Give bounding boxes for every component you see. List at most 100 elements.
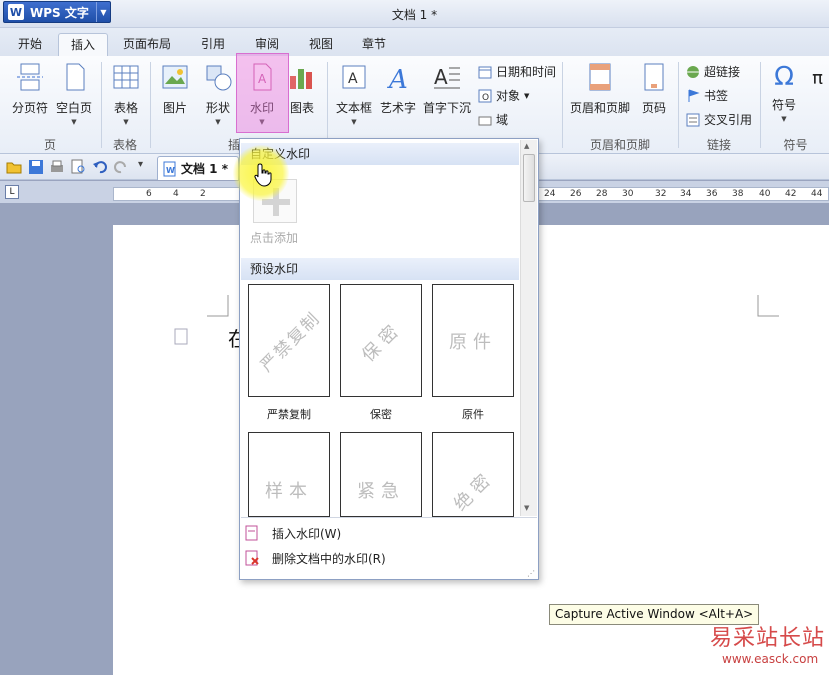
- ribbon-tabs: 开始 插入 页面布局 引用 审阅 视图 章节: [0, 28, 829, 56]
- hyperlink-icon: [687, 65, 699, 78]
- bookmark-button[interactable]: 书签: [686, 87, 728, 104]
- site-url: www.easck.com: [722, 652, 819, 666]
- scroll-down-icon[interactable]: ▼: [524, 504, 529, 512]
- svg-text:A: A: [434, 65, 448, 89]
- chevron-down-icon: ▼: [71, 118, 77, 126]
- preset-caption: 保密: [370, 408, 392, 421]
- tab-chapter[interactable]: 章节: [353, 33, 395, 56]
- add-watermark-label: 点击添加: [250, 231, 299, 245]
- tab-stop-selector[interactable]: L: [5, 185, 19, 199]
- datetime-button[interactable]: 日期和时间: [478, 63, 556, 80]
- textbox-icon: A: [342, 65, 366, 89]
- tab-view[interactable]: 视图: [300, 33, 342, 56]
- preset-watermark-card[interactable]: 绝密: [432, 432, 514, 517]
- wordart-icon: A: [387, 65, 408, 95]
- print-icon[interactable]: [49, 159, 65, 175]
- save-icon[interactable]: [28, 159, 44, 175]
- group-label-symbol: 符号: [783, 138, 808, 152]
- omega-icon: Ω: [774, 62, 794, 92]
- paragraph-icon: [174, 328, 188, 345]
- group-label-header-footer: 页眉和页脚: [589, 138, 650, 152]
- print-preview-icon[interactable]: [70, 159, 86, 175]
- document-tab[interactable]: W 文档 1 *: [157, 156, 239, 180]
- undo-icon[interactable]: [92, 159, 108, 175]
- delete-watermark-icon: [245, 550, 259, 566]
- preset-watermark-card[interactable]: 紧急: [340, 432, 422, 517]
- preset-watermark-card[interactable]: 保密: [340, 284, 422, 397]
- picture-icon: [162, 65, 188, 89]
- group-label-link: 链接: [706, 138, 731, 152]
- insert-watermark-icon: [245, 525, 258, 541]
- preset-watermark-card[interactable]: 原件: [432, 284, 514, 397]
- margin-corner-mark: [757, 295, 779, 317]
- wordart-button[interactable]: A 艺术字: [378, 62, 418, 116]
- redo-icon[interactable]: [113, 159, 129, 175]
- picture-button[interactable]: 图片: [156, 62, 194, 116]
- preset-caption: 严禁复制: [267, 408, 311, 421]
- svg-text:W: W: [166, 166, 175, 175]
- page-number-icon: [644, 63, 664, 91]
- textbox-button[interactable]: A 文本框 ▼: [332, 62, 376, 126]
- object-button[interactable]: O 对象 ▼: [478, 87, 529, 104]
- separator: [150, 62, 151, 148]
- tab-insert[interactable]: 插入: [58, 33, 108, 56]
- shapes-icon: [206, 65, 232, 91]
- chevron-down-icon: ▼: [123, 118, 129, 126]
- hand-cursor-icon: [254, 163, 272, 187]
- blank-page-icon: [66, 63, 85, 91]
- dropcap-button[interactable]: A 首字下沉: [422, 62, 472, 116]
- site-watermark: 易采站长站: [710, 626, 826, 651]
- group-label-page: 页: [43, 138, 56, 152]
- watermark-dropdown-menu: 自定义水印 点击添加 预设水印 严禁复制 保密 原件 严禁复制 保密 原件 样本…: [239, 138, 539, 580]
- shape-button[interactable]: 形状 ▼: [198, 62, 238, 126]
- dropcap-icon: A: [434, 65, 460, 89]
- separator: [562, 62, 563, 148]
- table-icon: [113, 65, 139, 89]
- preset-watermark-card[interactable]: 样本: [248, 432, 330, 517]
- svg-text:A: A: [348, 71, 358, 87]
- field-button[interactable]: 域: [478, 111, 508, 128]
- tab-page-layout[interactable]: 页面布局: [116, 33, 178, 56]
- chevron-down-icon: ▼: [215, 118, 221, 126]
- bookmark-icon: [688, 89, 700, 102]
- window-title: 文档 1 *: [391, 8, 438, 22]
- separator: [678, 62, 679, 148]
- dropdown-footer: 插入水印(W) 删除文档中的水印(R) ⋰: [241, 517, 537, 579]
- field-icon: [478, 116, 492, 125]
- resize-grip-icon[interactable]: ⋰: [527, 569, 535, 578]
- page-break-button[interactable]: 分页符: [8, 62, 52, 116]
- preset-watermark-card[interactable]: 严禁复制: [248, 284, 330, 397]
- separator: [327, 62, 328, 148]
- customize-toolbar-icon[interactable]: ▾: [138, 159, 143, 170]
- svg-text:A: A: [387, 65, 408, 92]
- margin-corner-mark: [207, 295, 229, 317]
- watermark-button-highlight: [236, 53, 289, 133]
- open-folder-icon[interactable]: [6, 159, 22, 175]
- page-number-button[interactable]: 页码: [637, 62, 671, 116]
- blank-page-button[interactable]: 空白页 ▼: [54, 62, 94, 126]
- tab-home[interactable]: 开始: [8, 33, 52, 56]
- object-icon: O: [478, 89, 492, 103]
- chevron-down-icon: ▼: [351, 118, 357, 126]
- crossref-button[interactable]: 交叉引用: [686, 111, 752, 128]
- insert-watermark-item[interactable]: 插入水印(W): [245, 522, 341, 544]
- delete-watermark-item[interactable]: 删除文档中的水印(R): [245, 547, 386, 569]
- title-bar: W WPS 文字 ▼ 文档 1 *: [0, 0, 829, 28]
- chevron-down-icon: ▼: [524, 91, 530, 100]
- dropdown-scrollbar[interactable]: ▲ ▼: [520, 140, 537, 516]
- crossref-icon: [686, 113, 700, 126]
- header-footer-icon: [589, 63, 611, 91]
- chevron-down-icon: ▼: [781, 115, 787, 123]
- symbol-button[interactable]: Ω 符号 ▼: [764, 62, 804, 123]
- document-icon: W: [163, 161, 176, 176]
- scroll-thumb[interactable]: [523, 154, 535, 202]
- chart-icon: [290, 69, 312, 89]
- tab-references[interactable]: 引用: [192, 33, 234, 56]
- scroll-up-icon[interactable]: ▲: [524, 142, 529, 150]
- preset-watermark-header: 预设水印: [241, 258, 519, 280]
- hyperlink-button[interactable]: 超链接: [686, 63, 740, 80]
- table-button[interactable]: 表格 ▼: [106, 62, 146, 126]
- equation-button[interactable]: π: [806, 68, 829, 89]
- chart-button[interactable]: 图表: [286, 62, 318, 116]
- header-footer-button[interactable]: 页眉和页脚: [567, 62, 633, 116]
